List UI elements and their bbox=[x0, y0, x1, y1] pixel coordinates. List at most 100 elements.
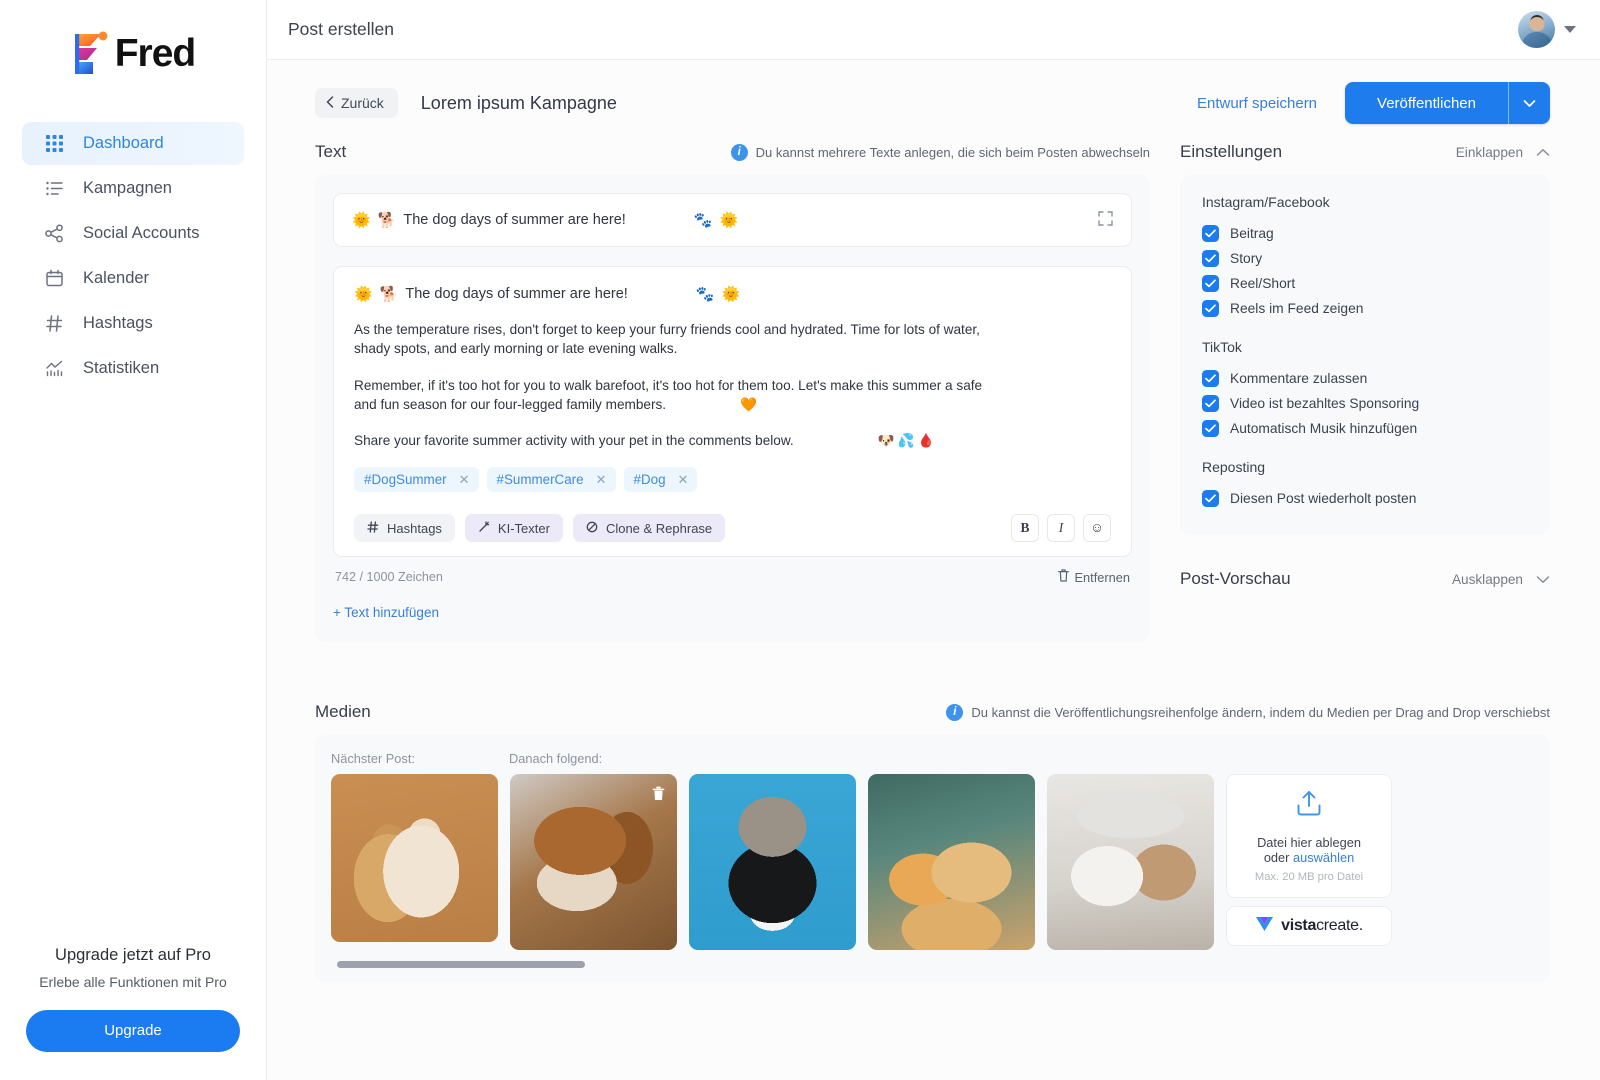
expand-icon[interactable] bbox=[1098, 210, 1113, 230]
close-icon[interactable]: ✕ bbox=[678, 472, 689, 488]
text-panel: 🌞 🐕 The dog days of summer are here! 🐾 🌞 bbox=[315, 175, 1150, 643]
checkbox-bezahltes-sponsoring[interactable]: Video ist bezahltes Sponsoring bbox=[1202, 391, 1528, 416]
info-icon: i bbox=[730, 143, 748, 161]
brand-logo[interactable]: Fred bbox=[0, 0, 266, 108]
page-title: Post erstellen bbox=[288, 19, 395, 39]
media-thumbnail[interactable] bbox=[1047, 774, 1214, 951]
magic-wand-icon bbox=[478, 521, 490, 536]
editor-paragraph-3-wrap: Share your favorite summer activity with… bbox=[354, 431, 1004, 450]
tool-label: Clone & Rephrase bbox=[605, 520, 713, 536]
checkbox-label: Reels im Feed zeigen bbox=[1230, 301, 1364, 316]
group-label: Reposting bbox=[1202, 459, 1266, 475]
group-label: Instagram/Facebook bbox=[1202, 194, 1330, 210]
editor-paragraph-2-wrap: Remember, if it's too hot for you to wal… bbox=[354, 376, 1004, 415]
sun-emoji-2: 🌞 bbox=[719, 212, 739, 229]
check-icon bbox=[1202, 370, 1219, 387]
sidebar-nav: Dashboard Kampagnen Social Accounts Kale… bbox=[0, 122, 266, 390]
trash-icon[interactable] bbox=[648, 783, 668, 803]
share-icon bbox=[44, 223, 65, 244]
sidebar-item-label: Statistiken bbox=[83, 359, 160, 377]
preview-expand-toggle[interactable]: Ausklappen bbox=[1452, 572, 1550, 587]
dropzone-line-2: oder auswählen bbox=[1264, 850, 1354, 865]
close-icon[interactable]: ✕ bbox=[459, 472, 470, 488]
publish-options-button[interactable] bbox=[1508, 82, 1550, 124]
hashtag-chip[interactable]: #SummerCare ✕ bbox=[486, 467, 616, 493]
sidebar-item-hashtags[interactable]: Hashtags bbox=[22, 302, 244, 345]
vista-rest: create. bbox=[1316, 917, 1363, 935]
settings-title: Einstellungen bbox=[1180, 142, 1283, 161]
check-icon bbox=[1202, 395, 1219, 412]
media-thumbnail[interactable] bbox=[689, 774, 856, 951]
back-button[interactable]: Zurück bbox=[315, 88, 398, 118]
checkbox-kommentare-zulassen[interactable]: Kommentare zulassen bbox=[1202, 366, 1528, 391]
publish-button[interactable]: Veröffentlichen bbox=[1345, 82, 1508, 124]
subheader-actions: Entwurf speichern Veröffentlichen bbox=[1197, 82, 1550, 124]
checkbox-automatisch-musik[interactable]: Automatisch Musik hinzufügen bbox=[1202, 416, 1528, 441]
media-header: Medien i Du kannst die Veröffentlichungs… bbox=[315, 702, 1550, 722]
emoji-icon[interactable]: ☺ bbox=[1083, 514, 1111, 543]
italic-icon[interactable]: I bbox=[1047, 514, 1075, 543]
sidebar-item-label: Kampagnen bbox=[83, 179, 172, 197]
checkbox-wiederholt-posten[interactable]: Diesen Post wiederholt posten bbox=[1202, 486, 1528, 511]
checkbox-label: Reel/Short bbox=[1230, 276, 1296, 291]
list-icon bbox=[44, 178, 65, 199]
character-counter: 742 / 1000 Zeichen bbox=[335, 570, 443, 585]
file-dropzone[interactable]: Datei hier ablegen oder auswählen Max. 2… bbox=[1226, 774, 1392, 899]
upgrade-button[interactable]: Upgrade bbox=[26, 1010, 240, 1052]
checkbox-beitrag[interactable]: Beitrag bbox=[1202, 221, 1528, 246]
close-icon[interactable]: ✕ bbox=[596, 472, 607, 488]
tool-label: KI-Texter bbox=[497, 520, 550, 536]
sidebar-item-dashboard[interactable]: Dashboard bbox=[22, 122, 244, 165]
check-icon bbox=[1202, 225, 1219, 242]
checkbox-reel-short[interactable]: Reel/Short bbox=[1202, 271, 1528, 296]
brand-name: Fred bbox=[114, 32, 197, 75]
hashtag-label: #Dog bbox=[633, 472, 666, 488]
hashtags-tool-button[interactable]: Hashtags bbox=[354, 514, 455, 543]
media-panel: Nächster Post: Danach folgend: Datei hie… bbox=[315, 735, 1550, 983]
info-icon: i bbox=[946, 703, 964, 721]
dropzone-select-link[interactable]: auswählen bbox=[1293, 850, 1354, 865]
dog-emoji: 🐕 bbox=[379, 286, 399, 303]
text-editor[interactable]: 🌞 🐕 The dog days of summer are here! 🐾 🌞… bbox=[333, 266, 1132, 558]
check-icon bbox=[1202, 300, 1219, 317]
text-hint-label: Du kannst mehrere Texte anlegen, die sic… bbox=[755, 144, 1150, 160]
vistacreate-button[interactable]: vistacreate. bbox=[1226, 906, 1392, 947]
main-area: Post erstellen Zurück Lorem ipsum Kampag… bbox=[267, 0, 1600, 1080]
horizontal-scrollbar[interactable] bbox=[331, 961, 1534, 969]
hashtag-label: #DogSummer bbox=[364, 472, 447, 488]
upgrade-promo: Upgrade jetzt auf Pro Erlebe alle Funkti… bbox=[0, 946, 266, 1080]
media-thumbnail[interactable] bbox=[868, 774, 1035, 951]
settings-collapse-toggle[interactable]: Einklappen bbox=[1456, 145, 1550, 160]
checkbox-reels-im-feed[interactable]: Reels im Feed zeigen bbox=[1202, 296, 1528, 321]
sidebar-item-social-accounts[interactable]: Social Accounts bbox=[22, 212, 244, 255]
scrollbar-thumb[interactable] bbox=[337, 961, 585, 969]
sidebar-item-statistiken[interactable]: Statistiken bbox=[22, 347, 244, 390]
chevron-down-icon[interactable] bbox=[1564, 26, 1576, 33]
media-thumbnail[interactable] bbox=[331, 774, 498, 943]
check-icon bbox=[1202, 420, 1219, 437]
sidebar-item-kalender[interactable]: Kalender bbox=[22, 257, 244, 300]
sidebar-item-kampagnen[interactable]: Kampagnen bbox=[22, 167, 244, 210]
add-text-button[interactable]: + Text hinzufügen bbox=[333, 605, 439, 620]
hashtag-chip[interactable]: #Dog ✕ bbox=[623, 467, 698, 493]
remove-text-button[interactable]: Entfernen bbox=[1057, 569, 1130, 585]
media-upload-column: Datei hier ablegen oder auswählen Max. 2… bbox=[1226, 774, 1392, 947]
save-draft-button[interactable]: Entwurf speichern bbox=[1197, 95, 1317, 112]
clone-rephrase-button[interactable]: Clone & Rephrase bbox=[572, 514, 726, 543]
trash-icon bbox=[1057, 569, 1069, 585]
editor-headline-row: 🌞 🐕 The dog days of summer are here! 🐾 🌞 bbox=[354, 285, 1111, 303]
upload-icon bbox=[1294, 789, 1324, 824]
hash-icon bbox=[44, 313, 65, 334]
avatar[interactable] bbox=[1518, 11, 1555, 48]
check-icon bbox=[1202, 275, 1219, 292]
hashtag-chip[interactable]: #DogSummer ✕ bbox=[354, 467, 479, 493]
bold-icon[interactable]: B bbox=[1011, 514, 1039, 543]
media-thumbnail[interactable] bbox=[510, 774, 677, 951]
checkbox-story[interactable]: Story bbox=[1202, 246, 1528, 271]
subheader: Zurück Lorem ipsum Kampagne Entwurf spei… bbox=[267, 60, 1600, 142]
group-label: TikTok bbox=[1202, 339, 1242, 355]
text-variant-collapsed[interactable]: 🌞 🐕 The dog days of summer are here! 🐾 🌞 bbox=[333, 193, 1132, 247]
back-button-label: Zurück bbox=[341, 95, 384, 111]
app-root: Fred Dashboard Kampagnen Social Accounts… bbox=[0, 0, 1600, 1080]
ki-texter-button[interactable]: KI-Texter bbox=[464, 514, 563, 543]
